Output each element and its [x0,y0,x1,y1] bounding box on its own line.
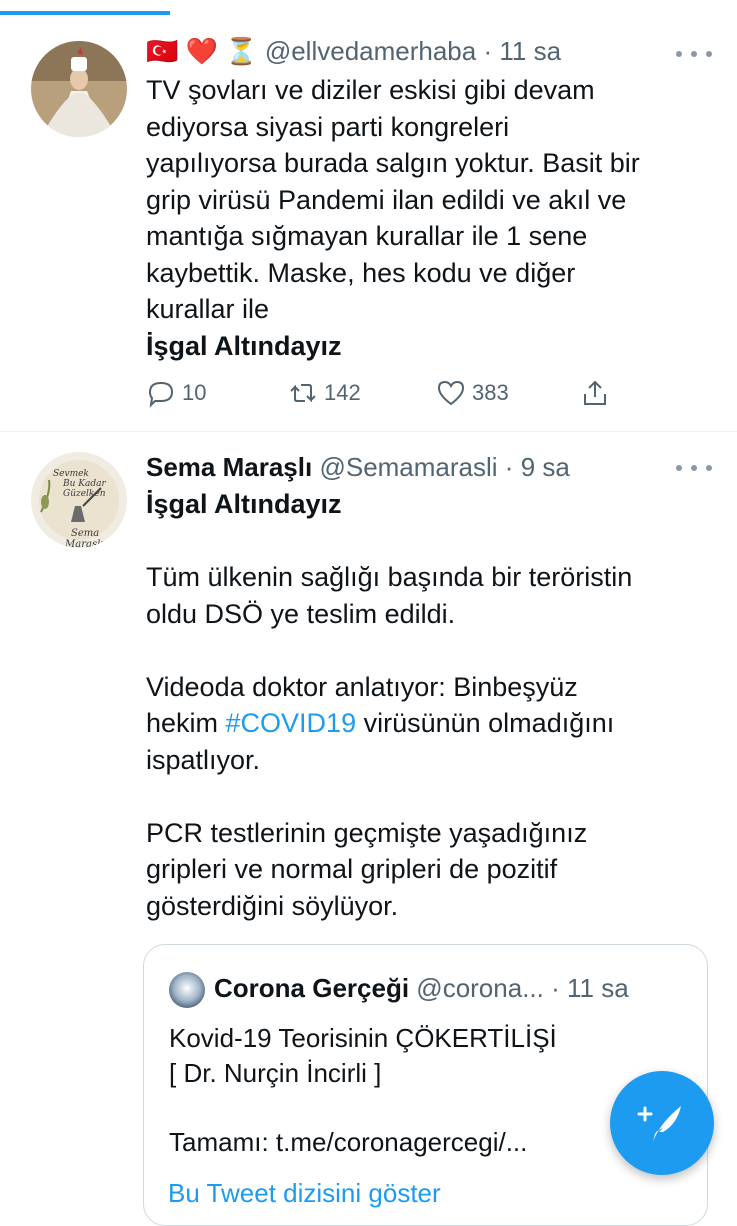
share-icon [584,380,606,405]
text-line: oldu DSÖ ye teslim edildi. [146,598,456,629]
user-handle[interactable]: @ellvedamerhaba [265,36,476,66]
quote-avatar[interactable] [169,972,205,1008]
timestamp[interactable]: 11 sa [499,36,561,66]
text-line: grip virüsü Pandemi ilan edildi ve akıl … [146,184,627,215]
quote-line: [ Dr. Nurçin İncirli ] [169,1057,382,1088]
hourglass-emoji: ⏳ [225,36,258,66]
hashtag-link[interactable]: #COVID19 [226,708,357,738]
text-line: kaybettik. Maske, hes kodu ve diğer [146,257,576,288]
compose-quill-icon [637,1106,681,1142]
text-line: ispatlıyor. [146,744,261,775]
reply-count: 10 [182,380,207,405]
separator: · [483,36,493,66]
text-line: gösterdiğini söylüyor. [146,890,399,921]
avatar[interactable]: Sevmek Bu Kadar Güzelken Sema Maraslı [31,452,127,548]
compose-tweet-button[interactable] [610,1071,714,1175]
tweet-actions: 10 142 383 [146,378,646,414]
show-thread-link[interactable]: Bu Tweet dizisini göster [168,1178,441,1209]
heart-icon [437,380,465,406]
tweet-header: Sema Maraşlı @Semamarasli · 9 sa [146,452,570,482]
retweet-icon [290,384,316,403]
display-name[interactable]: Sema Maraşlı [146,452,312,482]
text-line: Tüm ülkenin sağlığı başında bir terörist… [146,562,633,592]
avatar[interactable] [31,41,127,137]
text-line-with-hashtag: hekim #COVID19 virüsünün olmadığını [146,705,632,742]
separator: · [504,452,514,482]
like-button[interactable]: 383 [436,378,509,408]
avatar-text: Maraslı [64,539,103,548]
quote-header: Corona Gerçeği @corona... · 11 sa [214,973,629,1004]
like-count: 383 [472,380,509,405]
quote-handle[interactable]: @corona... [416,973,544,1003]
tweet-text: İşgal Altındayız Tüm ülkenin sağlığı baş… [146,486,632,924]
quote-line: Tamamı: t.me/coronagercegi/... [169,1126,528,1157]
more-options-icon[interactable] [676,44,712,64]
avatar-text: Bu Kadar [62,479,106,489]
quote-text: Kovid-19 Teorisinin ÇÖKERTİLİŞİ [ Dr. Nu… [169,1021,557,1159]
avatar-text: Sema [71,528,99,539]
user-handle[interactable]: @Semamarasli [319,452,497,482]
text-line: ediyorsa siyasi parti kongreleri [146,111,510,142]
tweet-header: 🇹🇷 ❤️ ⏳ @ellvedamerhaba · 11 sa [146,36,561,66]
text-line: mantığa sığmayan kurallar ile 1 sene [146,221,588,251]
avatar-text: Sevmek [53,469,89,479]
text-line: yapılıyorsa burada salgın yoktur. Basit … [146,148,640,178]
more-options-icon[interactable] [676,458,712,478]
flag-emoji: 🇹🇷 [146,36,179,66]
text-line: gripleri ve normal gripleri de pozitif [146,854,558,884]
reply-button[interactable]: 10 [146,378,206,408]
bold-line: İşgal Altındayız [146,330,342,361]
tweet-1[interactable]: 🇹🇷 ❤️ ⏳ @ellvedamerhaba · 11 sa TV şovla… [0,0,737,430]
retweet-button[interactable]: 142 [288,378,361,408]
quote-timestamp[interactable]: 11 sa [567,973,629,1003]
text-line: TV şovları ve diziler eskisi gibi devam [146,75,595,105]
reply-icon [148,381,174,408]
quote-line: Kovid-19 Teorisinin ÇÖKERTİLİŞİ [169,1023,557,1053]
text-line: kurallar ile [146,294,270,324]
tweet-text: TV şovları ve diziler eskisi gibi devam … [146,72,640,364]
separator: · [551,973,560,1003]
quote-display-name[interactable]: Corona Gerçeği [214,973,409,1003]
share-button[interactable] [580,378,610,408]
text-line: PCR testlerinin geçmişte yaşadığınız [146,817,588,848]
text-line: Videoda doktor anlatıyor: Binbeşyüz [146,671,578,702]
bold-line: İşgal Altındayız [146,489,342,519]
text-fragment: hekim [146,708,226,738]
timestamp[interactable]: 9 sa [521,452,570,482]
text-fragment: virüsünün olmadığını [356,708,615,738]
retweet-count: 142 [324,380,361,405]
heart-emoji: ❤️ [185,36,218,66]
